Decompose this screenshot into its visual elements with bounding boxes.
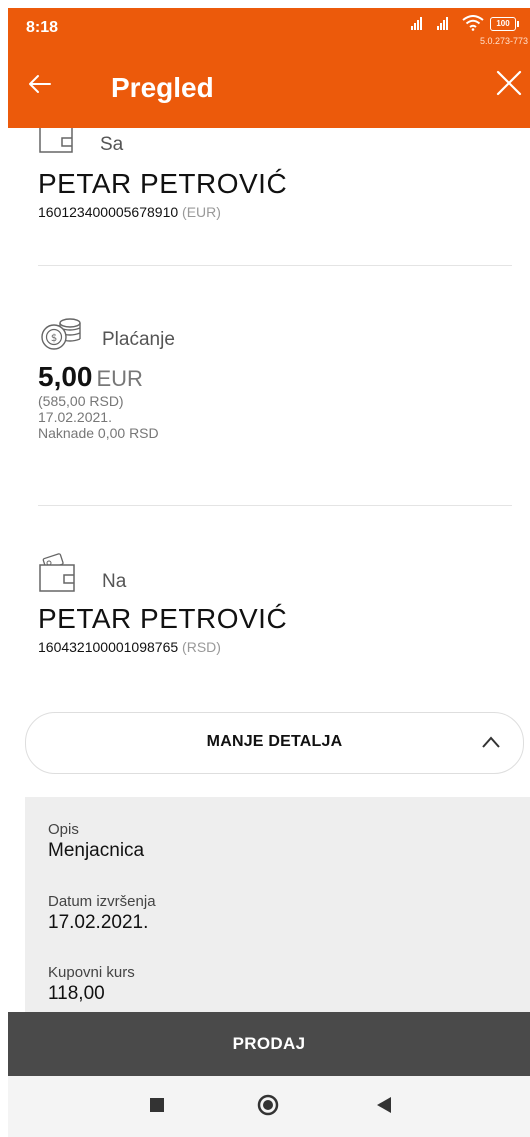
payment-currency: EUR: [96, 366, 143, 391]
from-section: Sa PETAR PETROVIĆ 160123400005678910 (EU…: [38, 128, 513, 220]
coins-icon: $: [41, 318, 81, 350]
detail-execution-date: Datum izvršenja 17.02.2021.: [48, 893, 156, 934]
divider: [38, 505, 512, 506]
from-label: Sa: [100, 134, 124, 155]
sell-button[interactable]: PRODAJ: [8, 1012, 530, 1076]
home-icon[interactable]: [257, 1094, 279, 1116]
signal-icon-2: [437, 16, 448, 30]
from-account-line: 160123400005678910 (EUR): [38, 204, 513, 220]
detail-buy-rate: Kupovni kurs 118,00: [48, 964, 135, 1005]
page-title: Pregled: [111, 72, 214, 103]
wallet-card-icon: [39, 553, 75, 592]
sell-label: PRODAJ: [232, 1034, 306, 1053]
details-panel: Opis Menjacnica Datum izvršenja 17.02.20…: [25, 797, 530, 1027]
detail-key: Opis: [48, 821, 79, 838]
payment-label: Plaćanje: [102, 329, 175, 350]
payment-fees: Naknade 0,00 RSD: [38, 425, 159, 441]
to-section: Na PETAR PETROVIĆ 160432100001098765 (RS…: [38, 553, 513, 655]
payment-date: 17.02.2021.: [38, 409, 112, 425]
payment-converted: (585,00 RSD): [38, 393, 124, 409]
from-account-currency: (EUR): [182, 204, 221, 220]
detail-description: Opis Menjacnica: [48, 821, 144, 862]
payment-amount-line: 5,00 EUR: [38, 361, 513, 393]
battery-icon: 100: [490, 17, 519, 31]
less-details-label: MANJE DETALJA: [206, 733, 343, 750]
detail-value: 17.02.2021.: [48, 912, 149, 933]
detail-value: Menjacnica: [48, 840, 145, 861]
detail-key: Kupovni kurs: [48, 964, 135, 981]
status-bar: 8:18 100 5.0.273-773: [8, 8, 530, 48]
to-account-line: 160432100001098765 (RSD): [38, 639, 513, 655]
back-triangle-icon[interactable]: [377, 1097, 391, 1113]
detail-key: Datum izvršenja: [48, 893, 156, 910]
less-details-button[interactable]: MANJE DETALJA: [25, 712, 524, 774]
signal-icon: [411, 16, 422, 30]
screen: 8:18 100 5.0.273-773 Pregled Sa PETAR PE…: [8, 8, 530, 1137]
to-label: Na: [102, 571, 127, 592]
status-time: 8:18: [26, 19, 59, 36]
payment-section: $ Plaćanje 5,00 EUR (585,00 RSD) 17.02.20…: [38, 313, 513, 441]
wifi-icon: [462, 15, 484, 31]
recent-apps-icon[interactable]: [150, 1098, 164, 1112]
app-version: 5.0.273-773: [479, 36, 528, 46]
back-arrow-icon[interactable]: [26, 70, 54, 98]
svg-text:$: $: [51, 333, 57, 344]
to-name: PETAR PETROVIĆ: [38, 603, 288, 634]
payment-amount: 5,00: [38, 361, 93, 392]
close-icon[interactable]: [494, 68, 524, 98]
divider: [38, 265, 512, 266]
wallet-icon: [39, 128, 73, 153]
from-account-number: 160123400005678910: [38, 204, 179, 220]
from-name: PETAR PETROVIĆ: [38, 168, 288, 199]
system-nav-bar: [8, 1076, 530, 1137]
chevron-up-icon: [482, 736, 500, 748]
to-account-currency: (RSD): [182, 639, 221, 655]
to-account-number: 160432100001098765: [38, 639, 179, 655]
detail-value: 118,00: [48, 983, 105, 1004]
app-bar: Pregled: [8, 48, 530, 128]
